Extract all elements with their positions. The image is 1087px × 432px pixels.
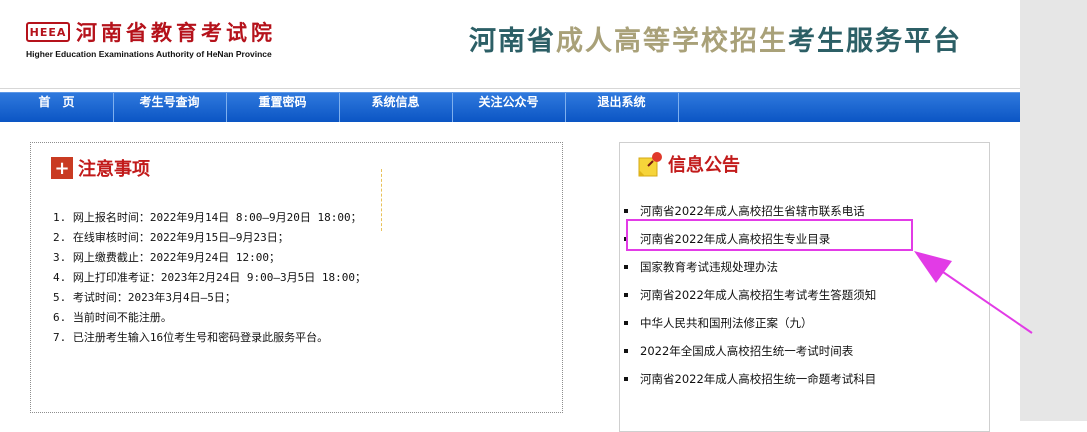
bullet-icon (624, 293, 628, 297)
pushpin-note-icon (636, 149, 666, 179)
announcement-item[interactable]: 2022年全国成人高校招生统一考试时间表 (624, 337, 876, 365)
announcement-item[interactable]: 中华人民共和国刑法修正案（九） (624, 309, 876, 337)
announcement-heading: 信息公告 (636, 149, 740, 179)
announcement-link[interactable]: 河南省2022年成人高校招生省辖市联系电话 (640, 203, 865, 219)
logo-chinese-name: 河南省教育考试院 (76, 21, 276, 45)
notice-item: 4. 网上打印准考证：2023年2月24日 9:00—3月5日 18:00； (53, 271, 366, 284)
highlight-box (626, 219, 913, 251)
nav-reset-password[interactable]: 重置密码 (226, 93, 340, 122)
header: HEEA 河南省教育考试院 Higher Education Examinati… (0, 0, 1020, 89)
notice-item: 6. 当前时间不能注册。 (53, 311, 172, 324)
site-title-part3: 考生服务平台 (788, 26, 962, 57)
nav-follow-official-account[interactable]: 关注公众号 (452, 93, 566, 122)
announcement-link[interactable]: 河南省2022年成人高校招生统一命题考试科目 (640, 371, 876, 387)
notice-list: 1. 网上报名时间：2022年9月14日 8:00—9月20日 18:00； 2… (53, 208, 366, 348)
notice-item: 7. 已注册考生输入16位考生号和密码登录此服务平台。 (53, 331, 329, 344)
announcement-item[interactable]: 河南省2022年成人高校招生统一命题考试科目 (624, 365, 876, 393)
dashed-divider (381, 169, 382, 231)
heea-logo-icon: HEEA (26, 22, 70, 42)
notice-item: 5. 考试时间：2023年3月4日—5日； (53, 291, 236, 304)
bullet-icon (624, 321, 628, 325)
notice-item: 1. 网上报名时间：2022年9月14日 8:00—9月20日 18:00； (53, 211, 362, 224)
announcement-link[interactable]: 国家教育考试违规处理办法 (640, 259, 778, 275)
bullet-icon (624, 377, 628, 381)
announcement-link[interactable]: 2022年全国成人高校招生统一考试时间表 (640, 343, 853, 359)
logo-english-name: Higher Education Examinations Authority … (26, 49, 272, 59)
notice-item: 2. 在线审核时间：2022年9月15日—9月23日； (53, 231, 289, 244)
announcement-item[interactable]: 河南省2022年成人高校招生考试考生答题须知 (624, 281, 876, 309)
nav-system-info[interactable]: 系统信息 (339, 93, 453, 122)
page: HEEA 河南省教育考试院 Higher Education Examinati… (0, 0, 1020, 432)
announcement-title: 信息公告 (668, 155, 740, 176)
nav-home[interactable]: 首 页 (0, 93, 114, 122)
announcement-item[interactable]: 国家教育考试违规处理办法 (624, 253, 876, 281)
bullet-icon (624, 265, 628, 269)
scrollbar[interactable] (1020, 0, 1087, 421)
bullet-icon (624, 209, 628, 213)
annotation-arrow-icon (914, 251, 1033, 334)
site-title: 河南省成人高等学校招生考生服务平台 (469, 19, 962, 58)
announcement-link[interactable]: 中华人民共和国刑法修正案（九） (640, 315, 813, 331)
notice-title: 注意事项 (78, 159, 150, 180)
nav-logout[interactable]: 退出系统 (565, 93, 679, 122)
announcement-link[interactable]: 河南省2022年成人高校招生考试考生答题须知 (640, 287, 876, 303)
notice-panel: + 注意事项 1. 网上报名时间：2022年9月14日 8:00—9月20日 1… (30, 142, 563, 413)
site-title-part1: 河南省 (469, 26, 556, 57)
main-nav: 首 页 考生号查询 重置密码 系统信息 关注公众号 退出系统 (0, 92, 1020, 122)
notice-heading: + 注意事项 (51, 155, 150, 181)
site-title-part2: 成人高等学校招生 (556, 26, 788, 57)
notice-item: 3. 网上缴费截止：2022年9月24日 12:00； (53, 251, 280, 264)
nav-candidate-number-query[interactable]: 考生号查询 (113, 93, 227, 122)
logo: HEEA 河南省教育考试院 Higher Education Examinati… (26, 17, 276, 59)
plus-icon: + (51, 157, 73, 179)
bullet-icon (624, 349, 628, 353)
